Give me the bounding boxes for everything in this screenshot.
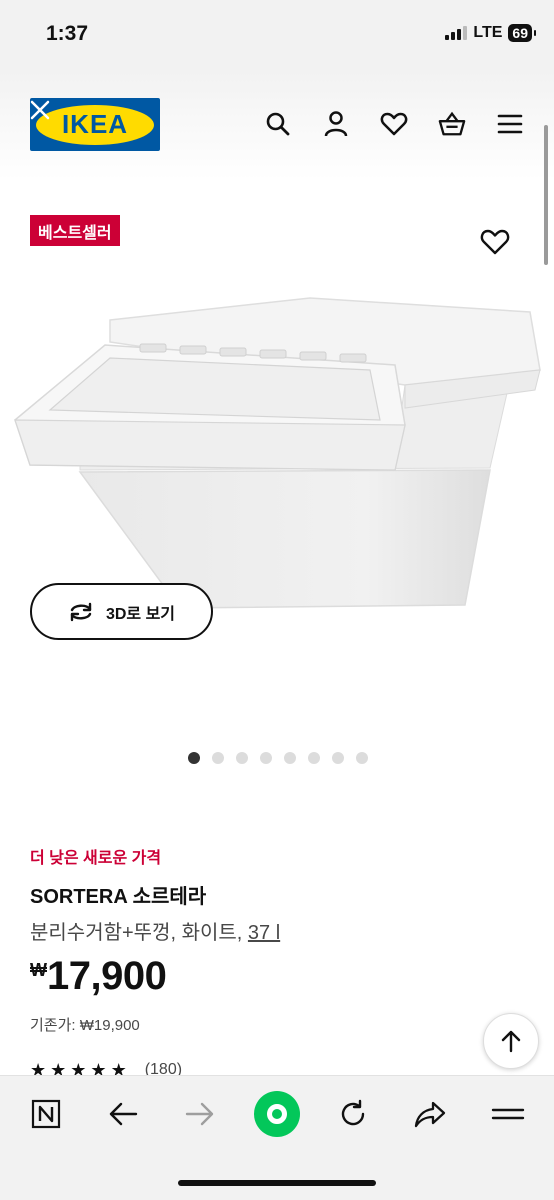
naver-n-icon[interactable] xyxy=(26,1094,66,1134)
search-icon[interactable] xyxy=(264,110,292,138)
status-time: 1:37 xyxy=(46,22,89,45)
back-arrow-icon[interactable] xyxy=(103,1094,143,1134)
product-description-text: 분리수거함+뚜껑, 화이트, xyxy=(30,922,243,944)
menu-icon[interactable] xyxy=(488,1094,528,1134)
view-3d-label: 3D로 보기 xyxy=(105,605,176,623)
gallery-dot[interactable] xyxy=(188,752,200,764)
status-bar: 1:37 LTE 69 xyxy=(0,0,554,70)
gallery-pagination xyxy=(188,752,368,764)
gallery-dot[interactable] xyxy=(308,752,320,764)
favorite-heart-icon[interactable] xyxy=(480,228,510,256)
heart-icon[interactable] xyxy=(380,110,408,138)
rotate-3d-icon xyxy=(70,602,92,621)
gallery-dot[interactable] xyxy=(236,752,248,764)
gallery-dot[interactable] xyxy=(260,752,272,764)
product-image[interactable] xyxy=(10,290,544,630)
arrow-up-icon xyxy=(501,1030,521,1053)
logo-text: IKEA xyxy=(61,109,129,139)
price-currency: ₩ xyxy=(30,960,47,980)
forward-arrow-icon[interactable] xyxy=(180,1094,220,1134)
green-button-ring xyxy=(267,1104,287,1124)
battery-icon: 69 xyxy=(508,24,536,42)
product-size-link[interactable]: 37 l xyxy=(248,922,280,944)
price-promo-label: 더 낮은 새로운 가격 xyxy=(30,850,162,867)
site-header: IKEA xyxy=(0,70,554,180)
status-indicators: LTE 69 xyxy=(445,24,536,42)
naver-green-button[interactable] xyxy=(254,1091,300,1137)
refresh-icon[interactable] xyxy=(333,1094,373,1134)
product-price: ₩ 17,900 xyxy=(30,954,167,999)
basket-icon[interactable] xyxy=(438,110,466,138)
user-icon[interactable] xyxy=(322,110,350,138)
scroll-top-button[interactable] xyxy=(483,1013,539,1069)
logo-oval: IKEA xyxy=(36,104,154,145)
browser-toolbar xyxy=(0,1075,554,1200)
previous-price: 기존가: ₩19,900 xyxy=(30,1017,140,1034)
header-icons xyxy=(264,110,524,138)
gallery-dot[interactable] xyxy=(284,752,296,764)
menu-icon[interactable] xyxy=(496,110,524,138)
network-type: LTE xyxy=(473,24,503,41)
gallery-dot[interactable] xyxy=(212,752,224,764)
gallery-dot[interactable] xyxy=(356,752,368,764)
close-icon[interactable] xyxy=(30,100,50,120)
product-name: SORTERA 소르테라 xyxy=(30,886,207,908)
view-3d-button[interactable]: 3D로 보기 xyxy=(30,583,213,640)
product-description: 분리수거함+뚜껑, 화이트, 37 l xyxy=(30,916,280,945)
share-icon[interactable] xyxy=(410,1094,450,1134)
gallery-dot[interactable] xyxy=(332,752,344,764)
signal-icon xyxy=(445,26,468,40)
page-scrollbar[interactable] xyxy=(544,125,548,265)
bestseller-badge: 베스트셀러 xyxy=(30,215,120,246)
price-amount: 17,900 xyxy=(47,954,167,998)
home-indicator[interactable] xyxy=(178,1180,376,1186)
